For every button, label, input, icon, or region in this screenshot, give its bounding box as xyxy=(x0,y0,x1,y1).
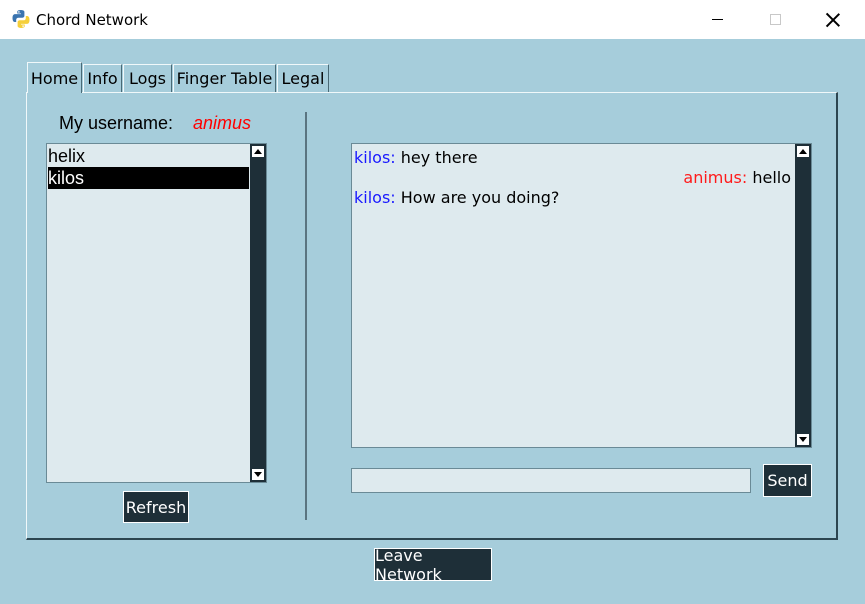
chat-message: kilos: How are you doing? xyxy=(354,188,559,207)
close-icon xyxy=(826,13,840,27)
chat-scrollbar[interactable] xyxy=(795,144,811,447)
maximize-button[interactable] xyxy=(746,0,804,39)
arrow-down-icon xyxy=(254,472,262,477)
minimize-button[interactable] xyxy=(688,0,746,39)
close-button[interactable] xyxy=(804,0,862,39)
window-title: Chord Network xyxy=(36,11,148,29)
scroll-up-button[interactable] xyxy=(251,145,265,158)
chat-message: kilos: hey there xyxy=(354,148,478,167)
arrow-up-icon xyxy=(799,149,807,154)
vertical-separator xyxy=(305,112,307,520)
arrow-down-icon xyxy=(799,437,807,442)
message-colon: : xyxy=(390,188,401,207)
message-colon: : xyxy=(741,168,753,187)
chat-message-own: animus: hello xyxy=(683,168,791,187)
scroll-up-button[interactable] xyxy=(796,145,810,158)
tab-finger-table[interactable]: Finger Table xyxy=(173,64,276,92)
scroll-down-button[interactable] xyxy=(251,468,265,481)
minimize-icon xyxy=(711,19,723,20)
list-item[interactable]: helix xyxy=(48,145,249,167)
username-label: My username: xyxy=(59,113,174,133)
leave-network-button[interactable]: Leave Network xyxy=(374,546,492,584)
tab-info[interactable]: Info xyxy=(83,64,122,92)
message-text: hey there xyxy=(400,148,478,167)
user-list-scrollbar[interactable] xyxy=(250,144,266,482)
message-text: hello xyxy=(752,168,791,187)
title-bar: Chord Network xyxy=(0,0,865,39)
message-sender: animus xyxy=(683,168,742,187)
tab-legal[interactable]: Legal xyxy=(277,64,329,92)
refresh-button[interactable]: Refresh xyxy=(123,491,189,523)
tab-logs[interactable]: Logs xyxy=(123,64,172,92)
username-value: animus xyxy=(193,113,252,133)
message-sender: kilos xyxy=(354,148,391,167)
list-item-selected[interactable]: kilos xyxy=(48,167,249,189)
maximize-icon xyxy=(769,14,781,25)
send-button[interactable]: Send xyxy=(763,464,812,497)
tab-home[interactable]: Home xyxy=(27,62,82,93)
message-colon: : xyxy=(390,148,401,167)
python-icon xyxy=(12,10,30,28)
message-sender: kilos xyxy=(354,188,391,207)
user-list[interactable]: helix kilos xyxy=(46,143,267,483)
arrow-up-icon xyxy=(254,149,262,154)
message-input[interactable] xyxy=(351,468,751,493)
scroll-down-button[interactable] xyxy=(796,433,810,446)
message-text: How are you doing? xyxy=(400,188,560,207)
chat-log[interactable]: kilos: hey there animus: hello kilos: Ho… xyxy=(351,143,812,448)
